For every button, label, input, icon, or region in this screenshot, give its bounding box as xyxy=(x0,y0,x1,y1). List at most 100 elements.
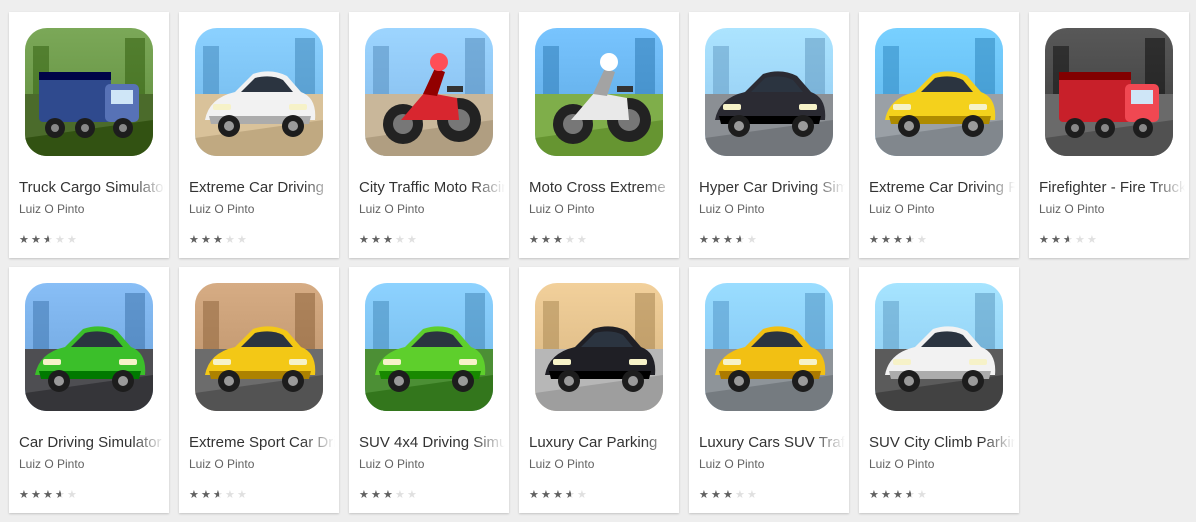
app-title[interactable]: Extreme Car Driving xyxy=(189,178,335,198)
app-title[interactable]: Luxury Car Parking xyxy=(529,433,675,453)
app-card[interactable]: Extreme Car Driving Racing Luiz O Pinto ★★… xyxy=(859,12,1019,258)
app-card[interactable]: City Traffic Moto Racing Luiz O Pinto ★ ★ ★ ★… xyxy=(349,12,509,258)
app-developer[interactable]: Luiz O Pinto xyxy=(869,456,934,472)
star-icon: ★ xyxy=(565,233,575,246)
green-sports-car-icon[interactable] xyxy=(25,283,153,411)
truck-cargo-icon[interactable] xyxy=(25,28,153,156)
app-title[interactable]: Hyper Car Driving Simulator xyxy=(699,178,845,198)
star-icon: ★ ★ xyxy=(869,233,879,246)
star-icon: ★ ★ xyxy=(529,233,539,246)
app-card[interactable]: Luxury Cars SUV Traffic Luiz O Pinto ★ ★ ★ ★ ★… xyxy=(689,267,849,513)
star-icon: ★ xyxy=(747,488,757,501)
star-icon: ★ ★ xyxy=(19,233,29,246)
star-icon: ★ ★ xyxy=(43,233,53,246)
app-title[interactable]: SUV City Climb Parking xyxy=(869,433,1015,453)
star-icon: ★ ★ xyxy=(55,488,65,501)
star-rating: ★ ★ ★ ★ ★ ★ ★ ★ xyxy=(529,234,588,246)
star-icon: ★ xyxy=(395,488,405,501)
app-card[interactable]: Car Driving Simulator Luiz O Pinto ★ ★ ★ ★ ★ ★ ★… xyxy=(9,267,169,513)
app-title[interactable]: Truck Cargo Simulator xyxy=(19,178,165,198)
motorbike-rider-icon[interactable] xyxy=(365,28,493,156)
app-developer[interactable]: Luiz O Pinto xyxy=(699,456,764,472)
app-title[interactable]: Car Driving Simulator xyxy=(19,433,165,453)
yellow-car-icon[interactable] xyxy=(875,28,1003,156)
star-icon: ★ ★ xyxy=(905,233,915,246)
star-icon: ★ ★ xyxy=(201,233,211,246)
star-icon: ★ ★ xyxy=(893,233,903,246)
star-icon: ★ ★ xyxy=(371,233,381,246)
star-icon: ★ ★ xyxy=(881,488,891,501)
dirt-bike-icon[interactable] xyxy=(535,28,663,156)
app-card[interactable]: SUV City Climb Parking Luiz O Pinto ★ ★ ★ ★ ★ ★… xyxy=(859,267,1019,513)
app-developer[interactable]: Luiz O Pinto xyxy=(359,456,424,472)
app-card[interactable]: Luxury Car Parking Luiz O Pinto ★ ★ ★ ★ ★ ★ ★ ★ ★ xyxy=(519,267,679,513)
app-title[interactable]: Firefighter - Fire Truck xyxy=(1039,178,1185,198)
traffic-suv-icon[interactable] xyxy=(705,283,833,411)
green-jeep-icon[interactable] xyxy=(365,283,493,411)
hyper-car-icon[interactable] xyxy=(705,28,833,156)
app-developer[interactable]: Luiz O Pinto xyxy=(869,201,934,217)
fire-truck-icon[interactable] xyxy=(1045,28,1173,156)
star-icon: ★ ★ xyxy=(893,488,903,501)
app-developer[interactable]: Luiz O Pinto xyxy=(19,201,84,217)
app-card[interactable]: Firefighter - Fire Truck Luiz O Pinto ★ ★ ★ ★… xyxy=(1029,12,1189,258)
star-icon: ★ ★ xyxy=(31,233,41,246)
star-icon: ★ ★ xyxy=(699,233,709,246)
star-icon: ★ ★ xyxy=(359,233,369,246)
star-icon: ★ xyxy=(735,488,745,501)
app-developer[interactable]: Luiz O Pinto xyxy=(359,201,424,217)
star-icon: ★ xyxy=(1075,233,1085,246)
star-icon: ★ ★ xyxy=(905,488,915,501)
star-icon: ★ xyxy=(225,488,235,501)
app-card[interactable]: Hyper Car Driving Simulator Luiz O Pinto ★… xyxy=(689,12,849,258)
star-icon: ★ xyxy=(237,488,247,501)
app-card[interactable]: Truck Cargo Simulator Luiz O Pinto ★ ★ ★ ★ ★ ★ ★… xyxy=(9,12,169,258)
star-icon: ★ ★ xyxy=(869,488,879,501)
app-card[interactable]: Moto Cross Extreme Luiz O Pinto ★ ★ ★ ★ ★ ★ ★ ★ xyxy=(519,12,679,258)
app-title[interactable]: Luxury Cars SUV Traffic xyxy=(699,433,845,453)
black-suv-parking-icon[interactable] xyxy=(535,283,663,411)
star-icon: ★ xyxy=(1087,233,1097,246)
app-title[interactable]: SUV 4x4 Driving Simulator xyxy=(359,433,505,453)
star-icon: ★ ★ xyxy=(1063,233,1073,246)
star-rating: ★ ★ ★ ★ ★ ★ ★ ★ ★ xyxy=(529,489,588,501)
app-developer[interactable]: Luiz O Pinto xyxy=(699,201,764,217)
star-icon: ★ ★ xyxy=(19,488,29,501)
star-icon: ★ ★ xyxy=(541,488,551,501)
star-icon: ★ ★ xyxy=(529,488,539,501)
app-developer[interactable]: Luiz O Pinto xyxy=(529,201,594,217)
star-icon: ★ ★ xyxy=(383,488,393,501)
star-icon: ★ ★ xyxy=(31,488,41,501)
white-sports-car-icon[interactable] xyxy=(195,28,323,156)
app-developer[interactable]: Luiz O Pinto xyxy=(1039,201,1104,217)
app-developer[interactable]: Luiz O Pinto xyxy=(529,456,594,472)
star-icon: ★ ★ xyxy=(213,488,223,501)
white-suv-climb-icon[interactable] xyxy=(875,283,1003,411)
star-icon: ★ ★ xyxy=(565,488,575,501)
star-icon: ★ ★ xyxy=(1051,233,1061,246)
star-rating: ★ ★ ★ ★ ★ ★ ★ ★ xyxy=(699,489,758,501)
app-title[interactable]: Extreme Sport Car Driving xyxy=(189,433,335,453)
star-icon: ★ xyxy=(55,233,65,246)
app-grid: Truck Cargo Simulator Luiz O Pinto ★ ★ ★ ★ ★ ★ ★… xyxy=(0,0,1196,522)
app-developer[interactable]: Luiz O Pinto xyxy=(19,456,84,472)
app-card[interactable]: SUV 4x4 Driving SimulatorLuiz O Pinto★★★… xyxy=(349,267,509,513)
app-title[interactable]: Extreme Car Driving Racing xyxy=(869,178,1015,198)
star-icon: ★ xyxy=(577,233,587,246)
app-developer[interactable]: Luiz O Pinto xyxy=(189,201,254,217)
star-rating: ★ ★ ★ ★ ★ ★ ★ ★ xyxy=(1039,234,1098,246)
star-icon: ★ xyxy=(67,233,77,246)
yellow-sport-car-icon[interactable] xyxy=(195,283,323,411)
app-title[interactable]: City Traffic Moto Racing xyxy=(359,178,505,198)
app-title[interactable]: Moto Cross Extreme xyxy=(529,178,675,198)
star-icon: ★ xyxy=(747,233,757,246)
star-icon: ★ ★ xyxy=(723,488,733,501)
star-icon: ★ ★ xyxy=(735,233,745,246)
app-card[interactable]: Extreme Car Driving Luiz O Pinto ★ ★ ★ ★ ★ ★ ★ ★ xyxy=(179,12,339,258)
star-icon: ★ ★ xyxy=(711,233,721,246)
app-developer[interactable]: Luiz O Pinto xyxy=(189,456,254,472)
app-card[interactable]: Extreme Sport Car DrivingLuiz O Pinto★★★… xyxy=(179,267,339,513)
star-icon: ★ xyxy=(407,488,417,501)
star-icon: ★ ★ xyxy=(541,233,551,246)
star-icon: ★ ★ xyxy=(553,488,563,501)
